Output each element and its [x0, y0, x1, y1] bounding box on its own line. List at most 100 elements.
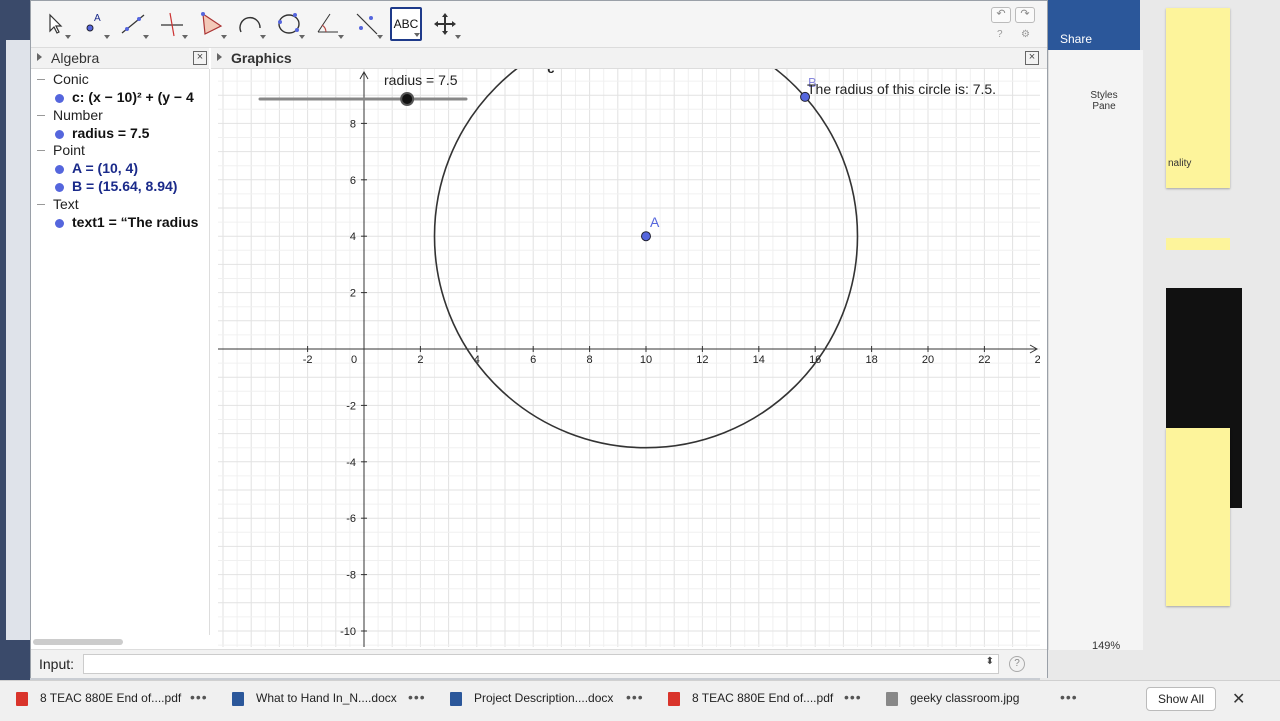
help-icon[interactable]: ? — [997, 29, 1003, 40]
line-tool[interactable] — [117, 7, 149, 41]
input-help-icon[interactable]: ? — [1009, 656, 1025, 672]
more-options-icon[interactable]: ••• — [408, 689, 426, 705]
download-name: 8 TEAC 880E End of....pdf — [692, 691, 834, 705]
radius-value: radius = 7.5 — [72, 125, 150, 141]
download-name: geeky classroom.jpg — [910, 691, 1020, 705]
category-conic[interactable]: Conic — [53, 71, 89, 87]
input-field[interactable]: ⬍ — [83, 654, 999, 674]
download-name: 8 TEAC 880E End of....pdf — [40, 691, 182, 705]
undo-button[interactable]: ↶ — [991, 7, 1011, 23]
background-window-left-panel — [6, 40, 30, 640]
algebra-view: Conic c: (x − 10)² + (y − 4 Number radiu… — [31, 69, 210, 635]
sticky-note-strip — [1166, 238, 1230, 250]
collapse-triangle-icon[interactable] — [217, 53, 222, 61]
y-tick-label: 4 — [350, 231, 356, 243]
grid — [218, 69, 1040, 647]
algebra-view-header: Algebra × — [31, 48, 209, 69]
input-bar: Input: ⬍ ? — [31, 649, 1047, 678]
x-tick-label: 22 — [978, 354, 990, 366]
text1-value: text1 = “The radius — [72, 214, 199, 230]
download-item-5[interactable]: geeky classroom.jpg — [886, 691, 1019, 706]
word-file-icon — [232, 691, 244, 706]
reflect-tool[interactable] — [351, 7, 383, 41]
conic-tool[interactable] — [273, 7, 305, 41]
algebra-item-radius[interactable]: radius = 7.5 — [55, 125, 149, 141]
x-tick-label: 14 — [753, 354, 765, 366]
visibility-dot-icon[interactable] — [55, 93, 64, 103]
more-options-icon[interactable]: ••• — [1060, 689, 1078, 705]
algebra-item-point-b[interactable]: B = (15.64, 8.94) — [55, 178, 177, 194]
circle-arc-tool[interactable] — [234, 7, 266, 41]
algebra-horizontal-scrollbar[interactable] — [33, 639, 123, 645]
download-item-3[interactable]: Project Description....docx — [450, 691, 613, 706]
download-item-2[interactable]: What to Hand In_N....docx — [232, 691, 397, 706]
close-downloads-icon[interactable]: ✕ — [1232, 689, 1245, 709]
download-item-1[interactable]: 8 TEAC 880E End of....pdf — [16, 691, 181, 706]
input-label: Input: — [39, 656, 75, 672]
tree-line — [37, 115, 45, 116]
visibility-dot-icon[interactable] — [55, 218, 64, 228]
x-tick-label: 10 — [640, 354, 652, 366]
point-tool[interactable]: A — [78, 7, 110, 41]
point-a[interactable] — [641, 231, 651, 242]
x-tick-label: 20 — [922, 354, 934, 366]
visibility-dot-icon[interactable] — [55, 129, 64, 139]
slider-label[interactable]: radius = 7.5 — [384, 72, 458, 88]
image-file-icon — [886, 691, 898, 706]
sticky-note — [1166, 428, 1230, 606]
x-tick-label: 12 — [696, 354, 708, 366]
graphics-view[interactable]: -20246810121416182022248642-2-4-6-8-10 c… — [218, 69, 1040, 647]
y-tick-label: -2 — [346, 400, 356, 412]
algebra-item-point-a[interactable]: A = (10, 4) — [55, 160, 138, 176]
download-item-4[interactable]: 8 TEAC 880E End of....pdf — [668, 691, 833, 706]
share-label[interactable]: Share — [1060, 32, 1092, 46]
x-tick-label: 18 — [865, 354, 877, 366]
sticky-note-text: nality — [1168, 158, 1192, 169]
category-text[interactable]: Text — [53, 196, 79, 212]
conic-label[interactable]: c — [547, 69, 554, 76]
text-tool[interactable]: ABC — [390, 7, 422, 41]
toolbar: A ABC ↶ ↷ ? ⚙ — [31, 1, 1047, 48]
visibility-dot-icon[interactable] — [55, 164, 64, 174]
perpendicular-tool[interactable] — [156, 7, 188, 41]
algebra-item-conic[interactable]: c: (x − 10)² + (y − 4 — [55, 89, 194, 105]
pdf-file-icon — [668, 691, 680, 706]
settings-gear-icon[interactable]: ⚙ — [1021, 29, 1030, 40]
y-tick-label: -10 — [340, 626, 356, 638]
x-tick-label: 0 — [351, 354, 357, 366]
download-name: What to Hand In_N....docx — [256, 691, 397, 705]
graphics-title: Graphics — [231, 50, 292, 66]
close-algebra-icon[interactable]: × — [193, 51, 207, 65]
visibility-dot-icon[interactable] — [55, 182, 64, 192]
move-graphics-tool[interactable] — [429, 7, 461, 41]
y-tick-label: 6 — [350, 175, 356, 187]
point-b-value: B = (15.64, 8.94) — [72, 178, 178, 194]
svg-text:A: A — [94, 13, 101, 24]
graphics-canvas[interactable]: -20246810121416182022248642-2-4-6-8-10 c… — [218, 69, 1040, 647]
more-options-icon[interactable]: ••• — [190, 689, 208, 705]
conic-equation: c: (x − 10)² + (y − 4 — [72, 89, 194, 105]
geogebra-window: A ABC ↶ ↷ ? ⚙ Algebra × Conic c: (x − 10… — [30, 0, 1048, 678]
x-tick-label: -2 — [303, 354, 313, 366]
pdf-file-icon — [16, 691, 28, 706]
category-number[interactable]: Number — [53, 107, 103, 123]
move-tool[interactable] — [39, 7, 71, 41]
more-options-icon[interactable]: ••• — [626, 689, 644, 705]
background-styles-pane — [1048, 50, 1143, 650]
show-all-button[interactable]: Show All — [1146, 687, 1216, 711]
polygon-tool[interactable] — [195, 7, 227, 41]
more-options-icon[interactable]: ••• — [844, 689, 862, 705]
algebra-item-text1[interactable]: text1 = “The radius — [55, 214, 198, 230]
text1-label[interactable]: The radius of this circle is: 7.5. — [807, 81, 996, 97]
point-a-label[interactable]: A — [650, 214, 660, 230]
styles-pane-label[interactable]: Styles Pane — [1086, 90, 1122, 112]
radius-slider-knob[interactable] — [400, 92, 415, 106]
collapse-triangle-icon[interactable] — [37, 53, 42, 61]
category-point[interactable]: Point — [53, 142, 85, 158]
tree-line — [37, 204, 45, 205]
x-tick-label: 24 — [1035, 354, 1040, 366]
angle-tool[interactable] — [312, 7, 344, 41]
input-dropdown-icon[interactable]: ⬍ — [986, 656, 994, 667]
close-graphics-icon[interactable]: × — [1025, 51, 1039, 65]
redo-button[interactable]: ↷ — [1015, 7, 1035, 23]
